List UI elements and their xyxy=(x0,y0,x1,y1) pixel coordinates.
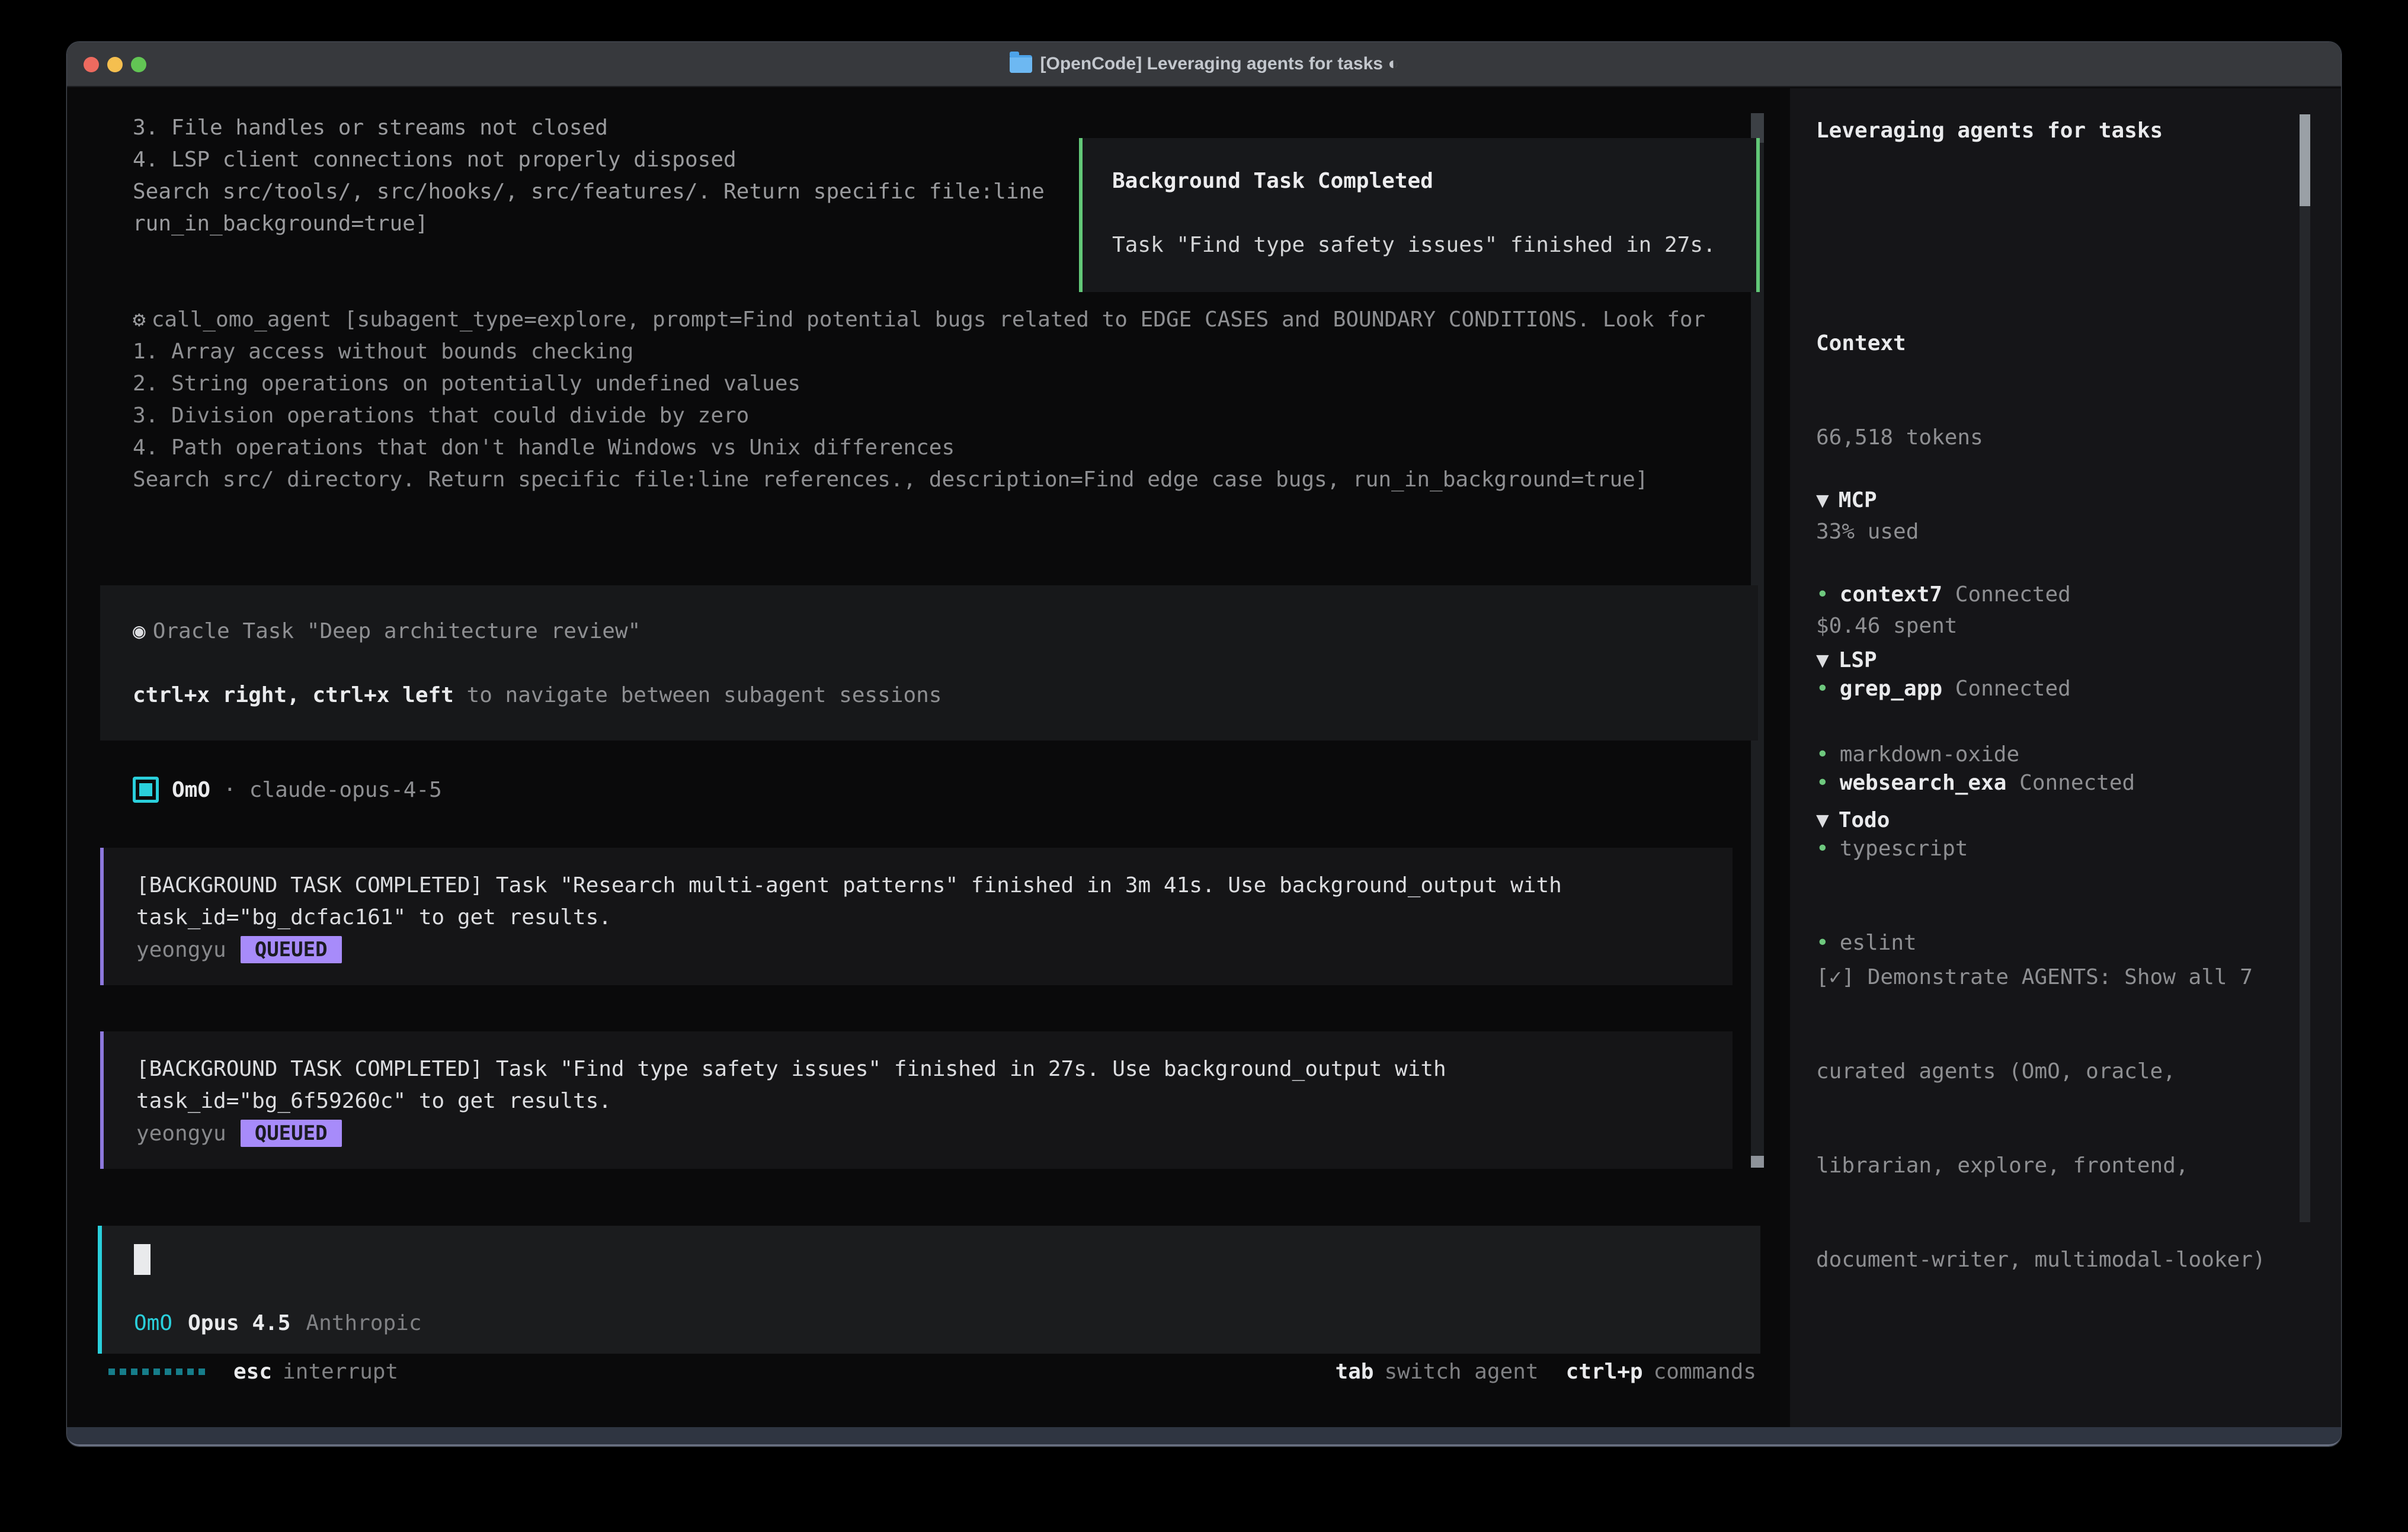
oracle-hint-keys: ctrl+x right, ctrl+x left xyxy=(133,683,454,707)
task-message-line2: task_id="bg_6f59260c" to get results. xyxy=(136,1085,1733,1117)
tab-key-label: switch agent xyxy=(1384,1360,1538,1384)
oracle-hint-rest: to navigate between subagent sessions xyxy=(454,683,942,707)
window-title-wrap: [OpenCode] Leveraging agents for tasks ◐ xyxy=(1010,54,1399,74)
omo-agent-icon xyxy=(133,777,159,803)
task-user: yeongyu xyxy=(136,1121,226,1146)
oracle-status-icon: ◉ xyxy=(133,619,146,643)
scrollback-line: Search src/tools/, src/hooks/, src/featu… xyxy=(133,176,1045,208)
workspace-info: ~/local-workspaces/oh-my-opencode: maste… xyxy=(1816,1370,2253,1427)
oracle-spacer xyxy=(133,648,1758,680)
context-heading: Context xyxy=(1816,328,1983,359)
window-title: [OpenCode] Leveraging agents for tasks ◐ xyxy=(1040,54,1399,74)
tool-call-block: ⚙call_omo_agent [subagent_type=explore, … xyxy=(133,304,1705,496)
esc-key-label: interrupt xyxy=(283,1360,398,1384)
gear-icon: ⚙ xyxy=(133,307,146,332)
esc-key-hint: esc xyxy=(233,1360,272,1384)
sidebar-scrollbar-track[interactable] xyxy=(2300,114,2310,1222)
minimize-button[interactable] xyxy=(107,57,123,72)
task-message-line2: task_id="bg_dcfac161" to get results. xyxy=(136,902,1733,934)
chevron-down-icon: ▼ xyxy=(1816,808,1829,832)
task-message-line1: [BACKGROUND TASK COMPLETED] Task "Resear… xyxy=(136,870,1733,902)
background-task-card: [BACKGROUND TASK COMPLETED] Task "Resear… xyxy=(100,848,1733,985)
oracle-title: Oracle Task "Deep architecture review" xyxy=(153,619,641,643)
scrollback-line: 4. LSP client connections not properly d… xyxy=(133,144,1045,176)
working-indicator xyxy=(108,1368,205,1375)
task-meta: yeongyu QUEUED xyxy=(136,934,1733,966)
background-task-card: [BACKGROUND TASK COMPLETED] Task "Find t… xyxy=(100,1031,1733,1169)
chevron-down-icon: ▼ xyxy=(1816,648,1829,672)
todo-line: document-writer, multimodal-looker) xyxy=(1816,1244,2291,1275)
desktop: { "window": { "title": "[OpenCode] Lever… xyxy=(0,0,2408,1532)
notification-spacer xyxy=(1112,197,1756,229)
task-meta: yeongyu QUEUED xyxy=(136,1117,1733,1149)
session-sidebar: Leveraging agents for tasks Context 66,5… xyxy=(1790,88,2341,1427)
todo-item-done: [✓] Demonstrate AGENTS: Show all 7 curat… xyxy=(1816,899,2291,1338)
oracle-hint-line: ctrl+x right, ctrl+x left to navigate be… xyxy=(133,680,1758,711)
lsp-heading-line[interactable]: ▼ LSP xyxy=(1816,645,2019,676)
status-bar: esc interrupt tab switch agent ctrl+p co… xyxy=(67,1355,1790,1387)
tool-call-item: 1. Array access without bounds checking xyxy=(133,336,1705,368)
agent-separator: · xyxy=(223,778,236,802)
input-agent-name: OmO xyxy=(134,1307,172,1339)
traffic-lights xyxy=(84,57,146,72)
titlebar: [OpenCode] Leveraging agents for tasks ◐ xyxy=(67,42,2341,87)
prompt-input[interactable]: OmO Opus 4.5 Anthropic xyxy=(98,1226,1760,1354)
notification-body: Task "Find type safety issues" finished … xyxy=(1112,229,1756,261)
zoom-button[interactable] xyxy=(131,57,146,72)
opencode-window: [OpenCode] Leveraging agents for tasks ◐… xyxy=(66,41,2342,1447)
ctrlp-key-label: commands xyxy=(1654,1360,1756,1384)
todo-heading-line[interactable]: ▼ Todo xyxy=(1816,805,2291,836)
todo-line: [✓] Demonstrate AGENTS: Show all 7 xyxy=(1816,961,2291,993)
folder-icon xyxy=(1010,55,1032,73)
agent-model: claude-opus-4-5 xyxy=(249,778,442,802)
agent-name: OmO xyxy=(172,778,210,802)
oracle-title-line: ◉ Oracle Task "Deep architecture review" xyxy=(133,616,1758,648)
ctrlp-key-hint: ctrl+p xyxy=(1566,1360,1643,1384)
task-user: yeongyu xyxy=(136,938,226,962)
tool-call-footer: Search src/ directory. Return specific f… xyxy=(133,464,1705,496)
tool-call-item: 4. Path operations that don't handle Win… xyxy=(133,432,1705,464)
input-model-name: Opus 4.5 xyxy=(188,1307,290,1339)
oracle-task-card: ◉Oracle Task "Deep architecture review" … xyxy=(100,585,1758,741)
session-title: Leveraging agents for tasks xyxy=(1816,115,2163,146)
agent-header[interactable]: OmO · claude-opus-4-5 xyxy=(133,774,442,806)
terminal-main-area: 3. File handles or streams not closed 4.… xyxy=(67,88,1790,1427)
model-info-line: OmO Opus 4.5 Anthropic xyxy=(134,1307,422,1339)
notification-title: Background Task Completed xyxy=(1112,165,1756,197)
mcp-heading: MCP xyxy=(1839,488,1877,512)
main-scrollbar-thumb-bottom[interactable] xyxy=(1751,1156,1764,1168)
task-message-line1: [BACKGROUND TASK COMPLETED] Task "Find t… xyxy=(136,1053,1733,1085)
tool-call-head: call_omo_agent [subagent_type=explore, p… xyxy=(152,307,1706,332)
todo-line: curated agents (OmO, oracle, xyxy=(1816,1056,2291,1087)
tool-call-item: 3. Division operations that could divide… xyxy=(133,400,1705,432)
scrollback-line: 3. File handles or streams not closed xyxy=(133,112,1045,144)
todo-line: librarian, explore, frontend, xyxy=(1816,1150,2291,1181)
task-status-badge: QUEUED xyxy=(241,936,342,963)
task-status-badge: QUEUED xyxy=(241,1120,342,1147)
text-cursor xyxy=(134,1244,150,1275)
lsp-heading: LSP xyxy=(1839,648,1877,672)
close-button[interactable] xyxy=(84,57,99,72)
chevron-down-icon: ▼ xyxy=(1816,488,1829,512)
scrollback-text-block: 3. File handles or streams not closed 4.… xyxy=(133,112,1045,240)
tool-call-head-line: ⚙call_omo_agent [subagent_type=explore, … xyxy=(133,304,1705,336)
scrollback-line: run_in_background=true] xyxy=(133,208,1045,240)
mcp-heading-line[interactable]: ▼ MCP xyxy=(1816,485,2135,516)
todo-heading: Todo xyxy=(1839,808,1890,832)
tab-key-hint: tab xyxy=(1335,1360,1373,1384)
window-bottom-chrome xyxy=(67,1427,2341,1446)
todo-section: ▼ Todo [✓] Demonstrate AGENTS: Show all 7… xyxy=(1816,742,2291,1427)
sidebar-scrollbar-thumb[interactable] xyxy=(2300,114,2310,206)
input-model-provider: Anthropic xyxy=(306,1307,421,1339)
background-task-notification: Background Task Completed Task "Find typ… xyxy=(1079,138,1760,292)
tool-call-item: 2. String operations on potentially unde… xyxy=(133,368,1705,400)
